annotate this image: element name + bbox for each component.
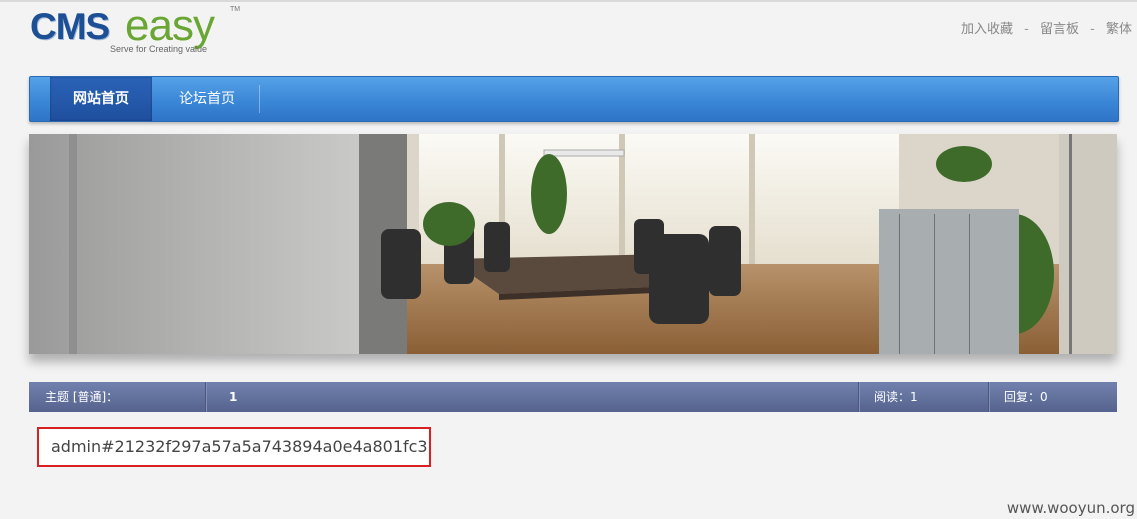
nav-item-forum[interactable]: 论坛首页 (157, 77, 257, 121)
reply-count: 回复：0 (1004, 390, 1048, 404)
topic-label: 主题 [普通]： (45, 390, 119, 404)
logo-slogan: Serve for Creating value (110, 44, 208, 54)
main-nav: 网站首页 论坛首页 (29, 76, 1119, 122)
bar-divider (205, 382, 206, 412)
topic-info-bar: 主题 [普通]： 1 阅读：1 回复：0 (29, 382, 1117, 412)
post-content-text: admin#21232f297a57a5a743894a0e4a801fc3 (51, 437, 428, 456)
guestbook-link[interactable]: 留言板 (1040, 18, 1079, 37)
nav-divider (259, 85, 260, 113)
bar-divider (988, 382, 989, 412)
office-illustration (29, 134, 1117, 354)
watermark: www.wooyun.org (1006, 499, 1135, 517)
read-count: 阅读：1 (874, 390, 918, 404)
logo-easy-text: easy (125, 1, 215, 50)
link-separator: - (1090, 22, 1095, 37)
link-separator: - (1024, 22, 1029, 37)
logo-cms-text: CMS (30, 6, 110, 47)
add-favorite-link[interactable]: 加入收藏 (961, 18, 1013, 37)
bar-divider (858, 382, 859, 412)
banner-image (29, 134, 1117, 354)
top-links: 加入收藏 - 留言板 - 繁体 (961, 18, 1132, 37)
nav-item-home[interactable]: 网站首页 (50, 77, 152, 121)
highlighted-post-content: admin#21232f297a57a5a743894a0e4a801fc3 (37, 427, 431, 467)
traditional-chinese-link[interactable]: 繁体 (1106, 18, 1132, 37)
logo-trademark: TM (230, 6, 241, 13)
topic-value: 1 (229, 390, 238, 404)
site-logo[interactable]: CMS easy TM Serve for Creating value (30, 1, 245, 56)
